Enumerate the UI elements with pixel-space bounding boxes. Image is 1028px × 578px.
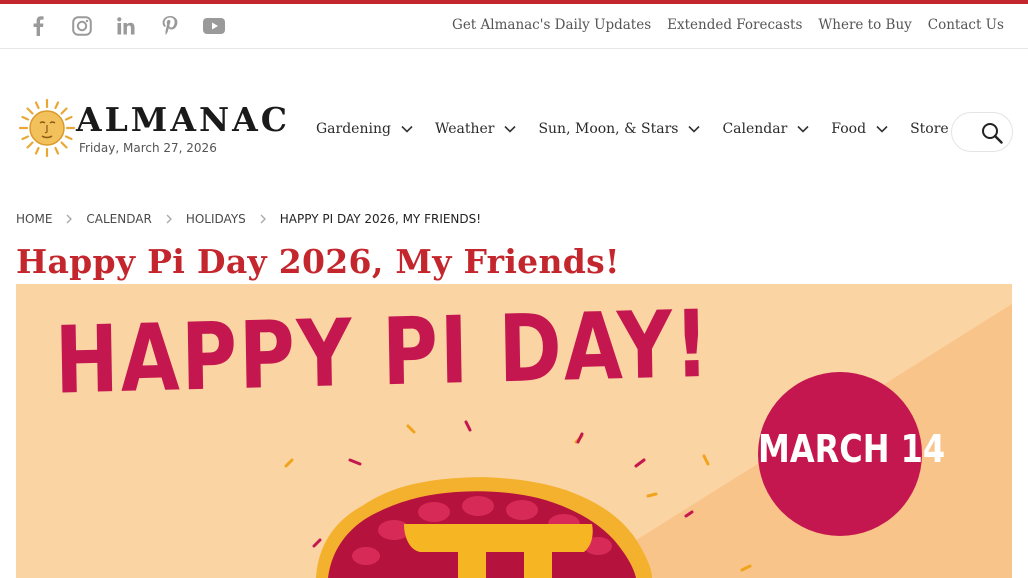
search-button[interactable] bbox=[951, 112, 1013, 152]
chevron-down-icon bbox=[876, 125, 888, 133]
nav-weather[interactable]: Weather bbox=[435, 121, 517, 137]
social-links bbox=[26, 15, 226, 37]
pinterest-icon[interactable] bbox=[158, 15, 182, 37]
chevron-right-icon bbox=[260, 214, 266, 224]
hero-image: HAPPY PI DAY! MARCH 14 bbox=[16, 284, 1012, 578]
linkedin-icon[interactable] bbox=[114, 15, 138, 37]
breadcrumb-current: HAPPY PI DAY 2026, MY FRIENDS! bbox=[279, 212, 482, 226]
extended-forecasts-link[interactable]: Extended Forecasts bbox=[667, 17, 802, 33]
nav-food[interactable]: Food bbox=[831, 121, 888, 137]
where-to-buy-link[interactable]: Where to Buy bbox=[818, 17, 911, 33]
chevron-down-icon bbox=[401, 125, 413, 133]
logo-wordmark: ALMANAC bbox=[76, 100, 290, 139]
nav-gardening[interactable]: Gardening bbox=[316, 121, 413, 137]
hero-date-badge: MARCH 14 bbox=[758, 426, 946, 472]
sun-logo-icon bbox=[18, 98, 76, 158]
breadcrumb: HOME CALENDAR HOLIDAYS HAPPY PI DAY 2026… bbox=[16, 212, 481, 226]
search-icon bbox=[982, 123, 1003, 144]
nav-sun-moon-stars[interactable]: Sun, Moon, & Stars bbox=[538, 121, 701, 137]
daily-updates-link[interactable]: Get Almanac's Daily Updates bbox=[452, 17, 651, 33]
nav-label: Store bbox=[910, 121, 949, 137]
nav-label: Weather bbox=[434, 121, 495, 137]
breadcrumb-home[interactable]: HOME bbox=[16, 212, 52, 226]
contact-us-link[interactable]: Contact Us bbox=[928, 17, 1004, 33]
utility-bar: Get Almanac's Daily Updates Extended For… bbox=[0, 4, 1028, 49]
chevron-down-icon bbox=[504, 125, 517, 133]
current-date: Friday, March 27, 2026 bbox=[79, 141, 217, 155]
nav-label: Sun, Moon, & Stars bbox=[538, 121, 679, 137]
instagram-icon[interactable] bbox=[70, 15, 94, 37]
nav-label: Gardening bbox=[316, 121, 391, 137]
utility-links: Get Almanac's Daily Updates Extended For… bbox=[452, 17, 1004, 33]
nav-label: Calendar bbox=[722, 121, 788, 137]
almanac-logo[interactable]: ALMANAC Friday, March 27, 2026 bbox=[18, 98, 287, 160]
hero-headline: HAPPY PI DAY! bbox=[54, 289, 712, 415]
chevron-down-icon bbox=[688, 125, 701, 133]
main-nav: Gardening Weather Sun, Moon, & Stars Cal… bbox=[316, 121, 993, 137]
chevron-right-icon bbox=[166, 214, 172, 224]
breadcrumb-calendar[interactable]: CALENDAR bbox=[86, 212, 151, 226]
youtube-icon[interactable] bbox=[202, 15, 226, 37]
facebook-icon[interactable] bbox=[26, 15, 50, 37]
nav-calendar[interactable]: Calendar bbox=[722, 121, 809, 137]
chevron-down-icon bbox=[797, 125, 809, 133]
breadcrumb-holidays[interactable]: HOLIDAYS bbox=[186, 212, 246, 226]
chevron-right-icon bbox=[66, 214, 73, 224]
nav-label: Food bbox=[831, 121, 867, 137]
page-title: Happy Pi Day 2026, My Friends! bbox=[16, 242, 620, 281]
